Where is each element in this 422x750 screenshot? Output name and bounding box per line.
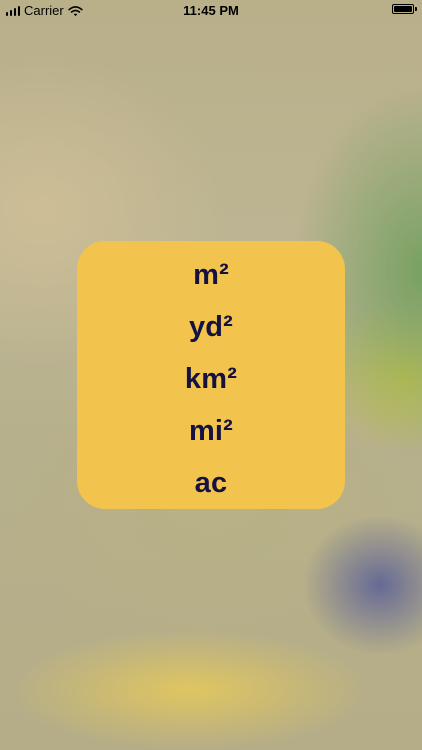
unit-selector-panel: m² yd² km² mi² ac [77, 241, 345, 509]
unit-option-acres[interactable]: ac [77, 457, 345, 509]
unit-option-square-meters[interactable]: m² [77, 249, 345, 301]
battery-level [394, 6, 412, 12]
status-bar: Carrier 11:45 PM [0, 0, 422, 22]
unit-option-square-miles[interactable]: mi² [77, 405, 345, 457]
unit-option-square-kilometers[interactable]: km² [77, 353, 345, 405]
status-time: 11:45 PM [183, 3, 239, 18]
unit-option-square-yards[interactable]: yd² [77, 301, 345, 353]
battery-icon [392, 4, 417, 14]
